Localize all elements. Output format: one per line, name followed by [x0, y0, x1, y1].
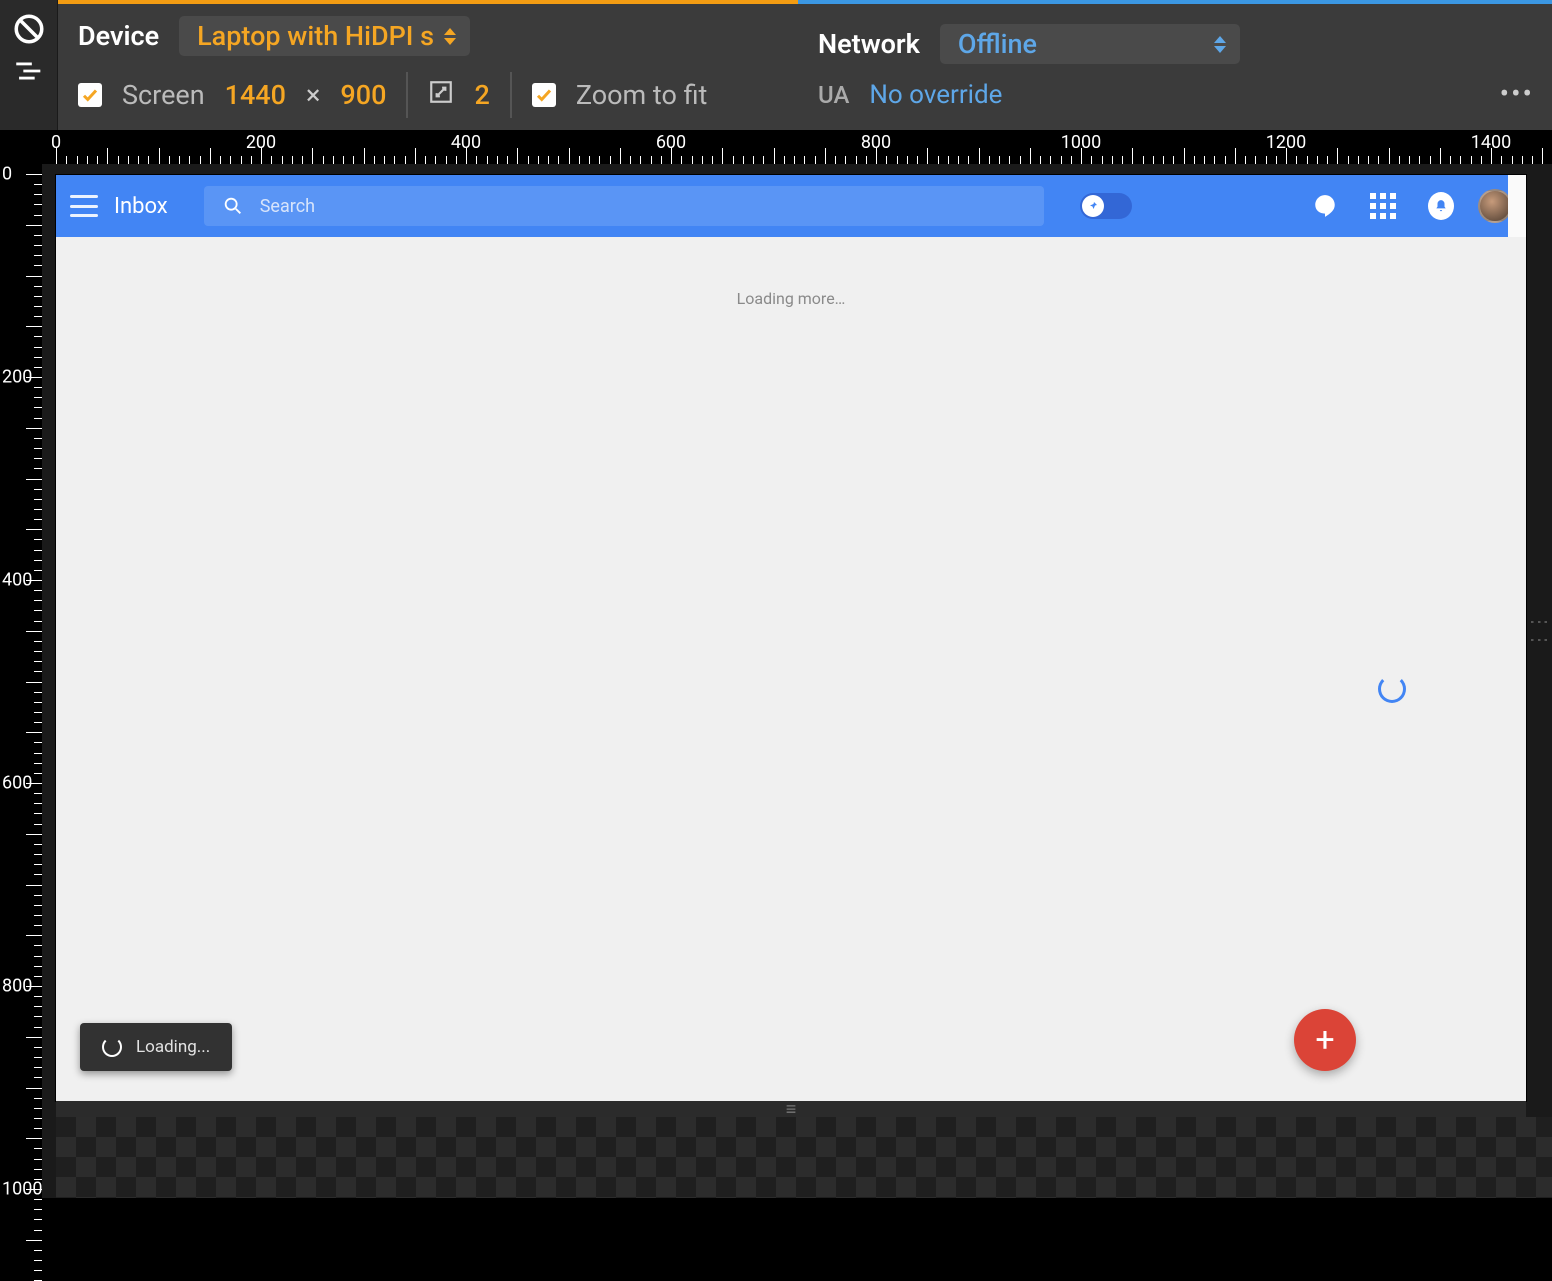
dpr-value[interactable]: 2 — [474, 79, 489, 111]
more-icon[interactable]: ••• — [1500, 77, 1534, 110]
ua-label: UA — [818, 81, 849, 109]
ua-value[interactable]: No override — [869, 80, 1002, 110]
search-input[interactable]: Search — [204, 186, 1044, 226]
separator — [510, 72, 512, 118]
ruler-h-label: 1000 — [1061, 132, 1101, 153]
resize-handle-bottom[interactable]: ≡ — [56, 1101, 1526, 1117]
network-select[interactable]: Offline — [940, 24, 1240, 64]
times-icon: × — [306, 79, 320, 111]
ruler-h-label: 1400 — [1471, 132, 1511, 153]
ruler-v-label: 600 — [2, 773, 32, 794]
hangouts-spinner-icon — [1378, 675, 1406, 703]
out-of-bounds-checker — [56, 1117, 1552, 1198]
screen-height[interactable]: 900 — [340, 79, 386, 111]
device-panel: Device Laptop with HiDPI s Screen 1440 ×… — [58, 0, 798, 130]
select-caret-icon — [1214, 36, 1226, 53]
separator — [406, 72, 408, 118]
ruler-h-label: 600 — [656, 132, 686, 153]
ruler-h-label: 1200 — [1266, 132, 1306, 153]
ruler-h-label: 200 — [246, 132, 276, 153]
inbox-body: Loading more… Loading... + — [56, 237, 1526, 1101]
notifications-icon[interactable] — [1428, 193, 1454, 219]
apps-icon[interactable] — [1370, 193, 1396, 219]
network-label: Network — [818, 28, 920, 60]
network-select-value: Offline — [958, 28, 1037, 60]
inbox-header: Inbox Search — [56, 175, 1526, 237]
device-label: Device — [78, 20, 159, 52]
ruler-v-label: 200 — [2, 367, 32, 388]
dpr-icon — [428, 79, 454, 112]
device-select-value: Laptop with HiDPI s — [197, 20, 434, 52]
resize-handle-right[interactable]: ⋮⋮ — [1528, 612, 1552, 648]
search-placeholder: Search — [260, 196, 315, 217]
pin-icon — [1082, 195, 1104, 217]
hangouts-icon[interactable] — [1312, 193, 1338, 219]
ruler-h-label: 0 — [51, 132, 61, 153]
ruler-v-label: 400 — [2, 570, 32, 591]
loading-toast: Loading... — [80, 1023, 232, 1071]
compose-fab[interactable]: + — [1294, 1009, 1356, 1071]
ruler-vertical: 0 200 400 600 800 1000 — [0, 130, 42, 1198]
filter-icon[interactable] — [12, 54, 46, 88]
spinner-icon — [102, 1037, 122, 1057]
emulated-viewport: Inbox Search — [56, 175, 1526, 1101]
zoom-label: Zoom to fit — [576, 79, 708, 111]
screen-label: Screen — [122, 79, 205, 111]
hamburger-icon[interactable] — [70, 195, 98, 217]
no-entry-icon[interactable] — [12, 12, 46, 46]
ruler-horizontal: 0 200 400 600 800 1000 1200 1400 — [42, 130, 1552, 164]
device-select[interactable]: Laptop with HiDPI s — [179, 16, 470, 56]
devtools-icon-strip — [0, 0, 58, 130]
toast-text: Loading... — [136, 1037, 210, 1057]
ruler-v-label: 1000 — [2, 1179, 42, 1200]
avatar[interactable] — [1478, 189, 1512, 223]
select-caret-icon — [444, 28, 456, 45]
devtools-emulation-bar: Device Laptop with HiDPI s Screen 1440 ×… — [58, 0, 1552, 130]
ruler-v-label: 800 — [2, 976, 32, 997]
app-title[interactable]: Inbox — [114, 194, 168, 219]
search-icon — [222, 195, 244, 217]
ruler-h-label: 800 — [861, 132, 891, 153]
loading-more-text: Loading more… — [737, 289, 846, 308]
zoom-checkbox[interactable] — [532, 83, 556, 107]
pin-toggle[interactable] — [1080, 193, 1132, 219]
network-panel: Network Offline UA No override ••• — [798, 0, 1552, 130]
ruler-h-label: 400 — [451, 132, 481, 153]
emulated-viewport-area: Inbox Search — [42, 164, 1552, 1198]
screen-checkbox[interactable] — [78, 83, 102, 107]
screen-width[interactable]: 1440 — [225, 79, 286, 111]
ruler-v-label: 0 — [2, 164, 12, 185]
plus-icon: + — [1315, 1020, 1334, 1060]
